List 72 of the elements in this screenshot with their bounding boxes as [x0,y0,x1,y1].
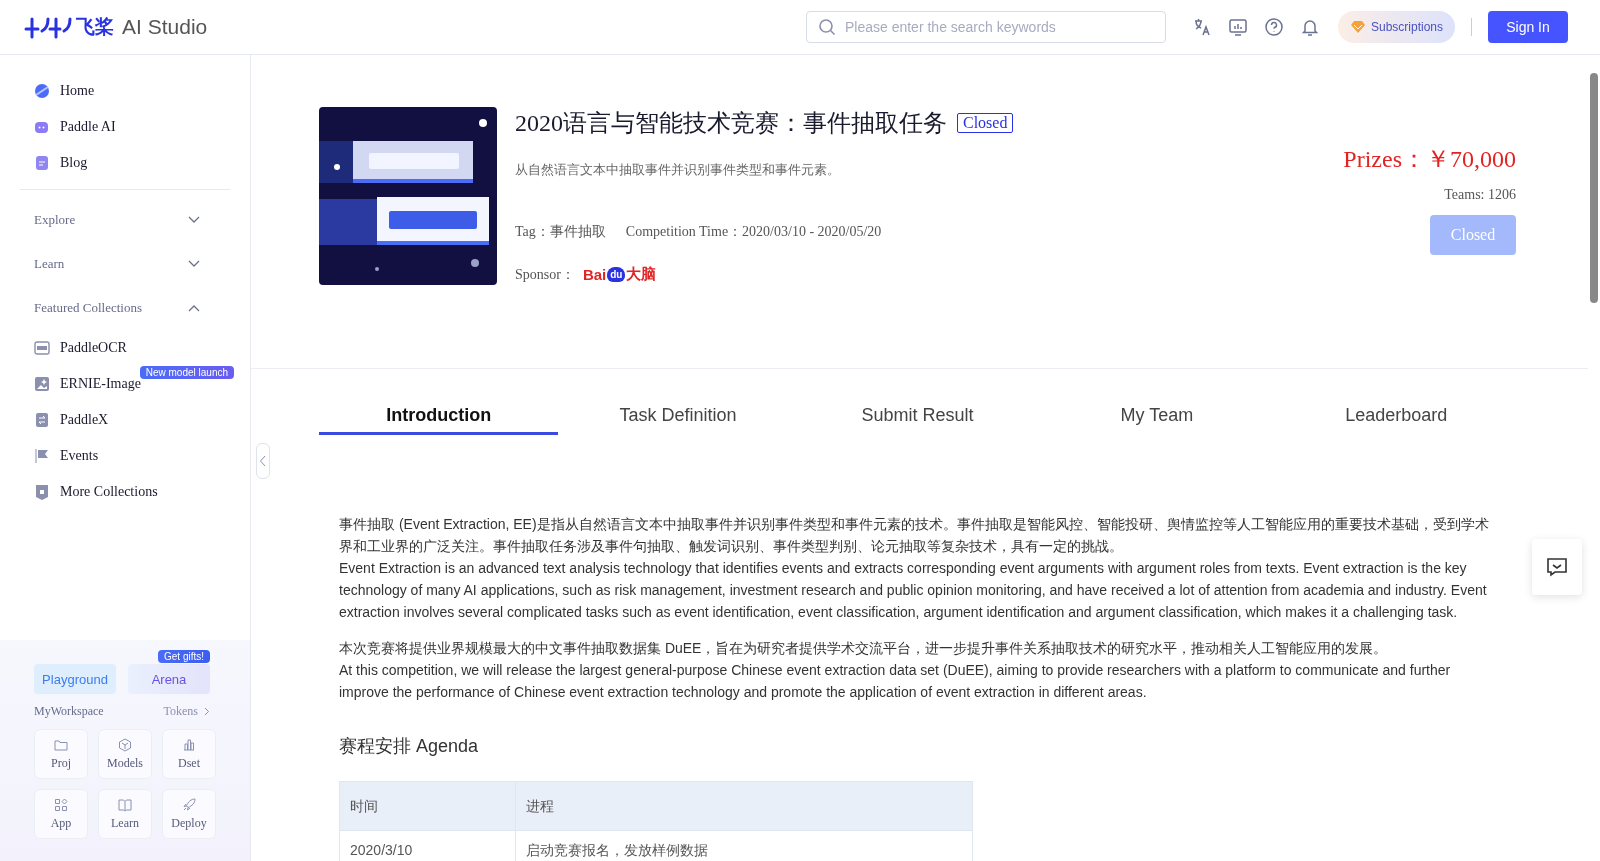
tab[interactable]: Leaderboard [1276,405,1517,435]
note-icon [34,155,50,171]
logo-text: AI Studio [122,15,208,39]
feedback-button[interactable] [1532,539,1582,595]
shield-icon [34,484,50,500]
column-header: 进程 [515,781,973,831]
monitor-icon[interactable] [1227,17,1248,37]
apps-icon [54,797,68,812]
image-icon [34,376,50,392]
workspace-tile[interactable]: Models [98,729,152,779]
workspace-tile[interactable]: Deploy [162,789,216,839]
section-header[interactable]: Learn [20,242,230,286]
diamond-icon [1349,20,1366,34]
folder-icon [54,737,68,752]
workspace-tile[interactable]: Dset [162,729,216,779]
section-heading: 赛程安排 Agenda [339,735,480,757]
nav-item[interactable]: Blog [20,145,230,181]
arena-button[interactable]: Arena [128,664,210,694]
scrollbar-thumb[interactable] [1590,73,1598,303]
book-icon [118,797,132,812]
section-header[interactable]: Explore [20,198,230,242]
competition-title: 2020语言与智能技术竞赛：事件抽取任务 [515,109,947,138]
nav-item[interactable]: Home [20,73,230,109]
workspace-tile[interactable]: Proj [34,729,88,779]
feedback-icon [1546,557,1568,577]
status-tag: Closed [957,113,1014,133]
logo-icon [24,15,72,39]
table-cell: 2020/3/10 [339,830,516,861]
logo-text: 飞桨 [76,14,114,39]
bell-icon[interactable] [1299,17,1320,37]
sponsor-logo: Bai du 大脑 [582,265,657,284]
paragraph: 事件抽取 (Event Extraction, EE)是指从自然语言文本中抽取事件并识别事件类型和事件元素的技术。事件抽取是智能风控、智能投研、舆情监控等人工智能应用的重要技术基础，受到学术界和工业界的广泛关注。事件抽取任务涉及事件句抽取、触发词识别、事件类型判别、论元抽取等复杂技术，具有一定的挑战。 [339,515,1490,556]
sponsor-label: Sponsor： [515,265,575,284]
nav-item[interactable]: More Collections [20,474,230,510]
section-header[interactable]: Featured Collections [20,286,230,330]
search-field[interactable]: Please enter the search keywords [805,11,1166,43]
workspace-tile[interactable]: App [34,789,88,839]
new-badge: New model launch [139,366,234,379]
cube-icon [118,737,132,752]
paragraph: At this competition, we will release the largest general-purpose Chinese event extraction data set (DuEE), aiming to provide researchers with a platform to communicate and further improve the performance of Chinese event extraction technology and promote the application of event extraction in different areas. [339,661,1452,702]
column-header: 时间 [339,781,516,831]
nav-item[interactable]: PaddleOCR [20,330,230,366]
bars-icon [182,737,196,752]
search-icon [817,18,836,36]
collapse-handle[interactable] [256,443,270,479]
tag-label: Tag：事件抽取 [515,223,606,241]
competition-description: 从自然语言文本中抽取事件并识别事件类型和事件元素。 [515,161,841,179]
competition-time: Competition Time：2020/03/10 - 2020/05/20 [625,223,882,241]
help-icon[interactable] [1263,17,1284,37]
tab[interactable]: Introduction [319,405,559,435]
teams-count: Teams: 1206 [1444,187,1516,203]
subscriptions-button[interactable]: Subscriptions [1337,11,1455,43]
tab[interactable]: Submit Result [797,405,1038,435]
tab[interactable]: My Team [1037,405,1277,435]
paragraph: 本次竞赛将提供业界规模最大的中文事件抽取数据集 DuEE，旨在为研究者提供学术交流平台，进一步提升事件关系抽取技术的研究水平，推动相关人工智能应用的发展。 [339,639,1389,658]
rocket-icon [182,797,196,812]
workspace-label: MyWorkspace [34,704,104,719]
planet-icon [34,83,50,99]
scan-icon [34,340,50,356]
nav-item[interactable]: Paddle AI [20,109,230,145]
paragraph: Event Extraction is an advanced text analysis technology that identifies events and extracts corresponding event arguments with argument roles from texts. Event extraction is the key technology of many AI applications, such as risk management, investment research and public opinion monitoring, and have received a lot of attention from academia and industry. Event extraction involves several complicated tasks such as event identification, event classification, argument identification and argument classification, which makes it a challenging task. [339,559,1488,622]
nav-item[interactable]: PaddleX [20,402,230,438]
swap-icon [34,412,50,428]
flag-icon [34,448,50,464]
sign-in-button[interactable]: Sign In [1488,11,1568,43]
gift-badge: Get gifts! [158,650,210,663]
chat-icon [34,119,50,135]
chevron-right-icon [204,707,210,716]
tab[interactable]: Task Definition [558,405,798,435]
workspace-tile[interactable]: Learn [98,789,152,839]
nav-item[interactable]: Events [20,438,230,474]
prize-amount: Prizes：￥70,000 [1343,145,1516,174]
